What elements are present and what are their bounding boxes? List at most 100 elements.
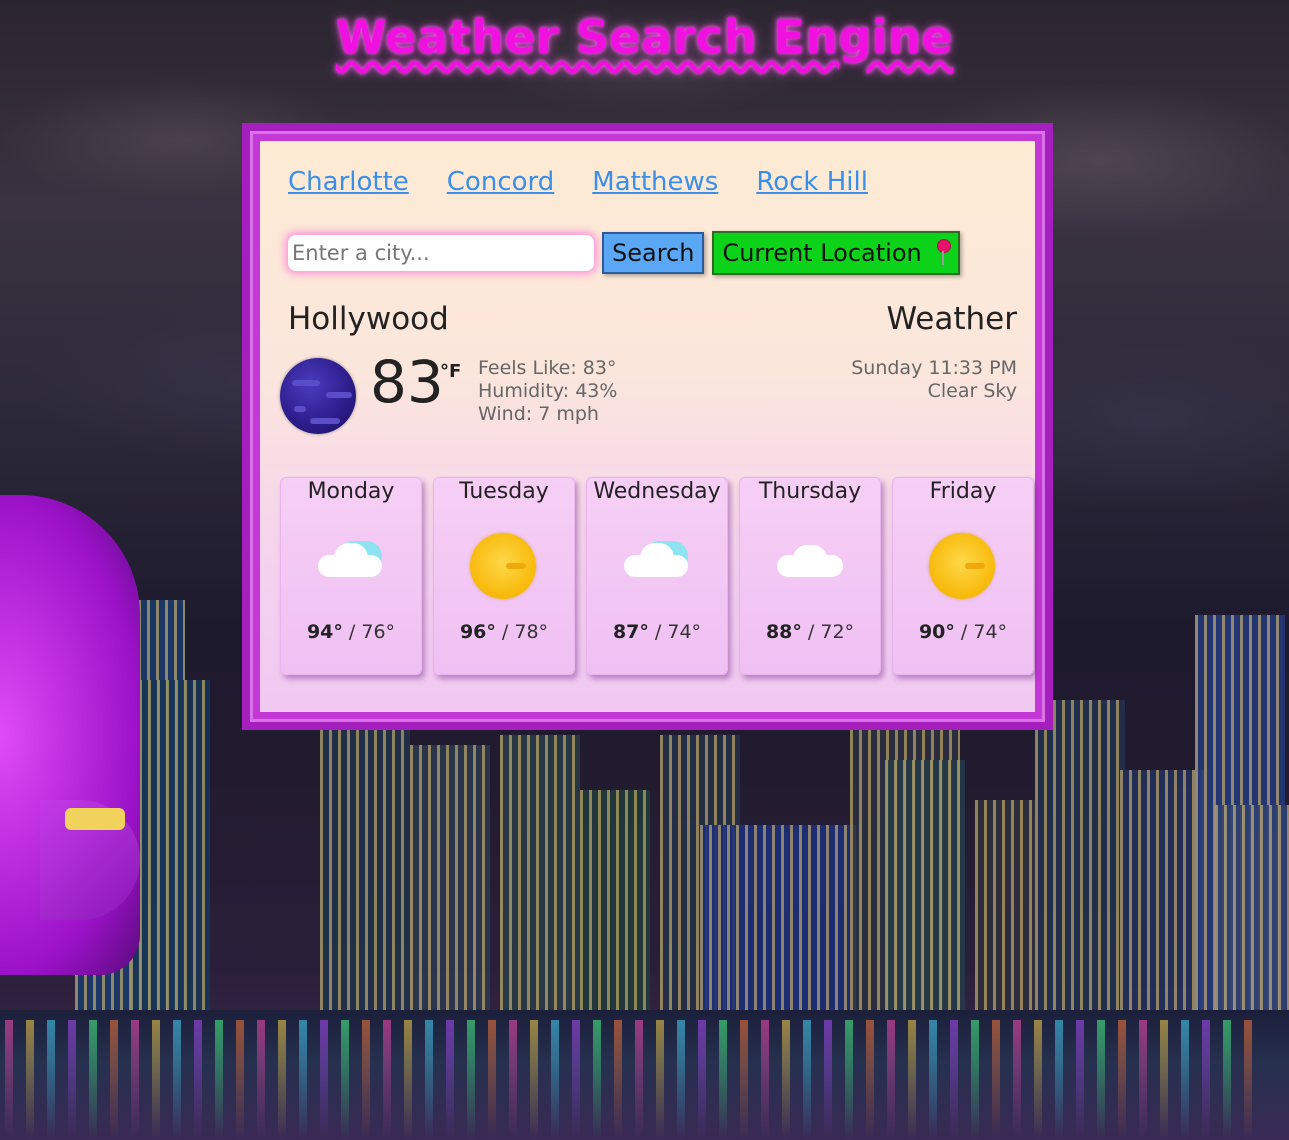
light-reflection: [635, 1020, 643, 1140]
forecast-card-monday: Monday 94° / 76°: [280, 477, 422, 675]
light-reflection: [845, 1020, 853, 1140]
light-reflection: [656, 1020, 664, 1140]
light-reflection: [362, 1020, 370, 1140]
forecast-day: Tuesday: [459, 479, 549, 504]
search-form: Search Current Location: [288, 231, 960, 275]
skyline-building: [410, 745, 490, 1020]
light-reflection: [719, 1020, 727, 1140]
cloud-icon: [775, 531, 845, 601]
light-reflection: [782, 1020, 790, 1140]
sun-icon: [469, 531, 539, 601]
city-link-rock-hill[interactable]: Rock Hill: [756, 167, 868, 197]
skyline-building: [975, 800, 1035, 1020]
forecast-temps: 94° / 76°: [306, 621, 396, 643]
current-city-name: Hollywood: [288, 301, 449, 337]
skyline-building: [320, 730, 410, 1020]
light-reflection: [236, 1020, 244, 1140]
light-reflection: [1202, 1020, 1210, 1140]
page-title: Weather Search Engine: [335, 10, 954, 64]
city-search-input[interactable]: [288, 235, 594, 271]
light-reflection: [677, 1020, 685, 1140]
light-reflection: [26, 1020, 34, 1140]
partly-cloudy-icon: [316, 531, 386, 601]
light-reflection: [299, 1020, 307, 1140]
clear-night-moon-icon: [280, 358, 356, 434]
skyline-building: [885, 760, 965, 1020]
light-reflection: [1055, 1020, 1063, 1140]
forecast-day: Monday: [307, 479, 395, 504]
sun-icon: [928, 531, 998, 601]
light-reflection: [488, 1020, 496, 1140]
light-reflection: [1244, 1020, 1252, 1140]
light-reflection: [131, 1020, 139, 1140]
forecast-card-friday: Friday 90° / 74°: [892, 477, 1034, 675]
light-reflection: [383, 1020, 391, 1140]
skyline-building: [130, 680, 210, 1020]
harbor-water: [0, 1010, 1289, 1140]
light-reflection: [929, 1020, 937, 1140]
light-reflection: [593, 1020, 601, 1140]
light-reflection: [194, 1020, 202, 1140]
light-reflection: [950, 1020, 958, 1140]
light-reflection: [1076, 1020, 1084, 1140]
forecast-temps: 88° / 72°: [765, 621, 855, 643]
forecast-day: Wednesday: [593, 479, 721, 504]
light-reflection: [89, 1020, 97, 1140]
light-reflection: [446, 1020, 454, 1140]
pushpin-icon: [936, 239, 951, 267]
current-location-button[interactable]: Current Location: [712, 231, 960, 275]
forecast-card-tuesday: Tuesday 96° / 78°: [433, 477, 575, 675]
light-reflection: [341, 1020, 349, 1140]
light-reflection: [1034, 1020, 1042, 1140]
forecast-temps: 90° / 74°: [918, 621, 1008, 643]
light-reflection: [992, 1020, 1000, 1140]
light-reflection: [908, 1020, 916, 1140]
forecast-temps: 96° / 78°: [459, 621, 549, 643]
light-reflection: [551, 1020, 559, 1140]
city-link-matthews[interactable]: Matthews: [592, 167, 718, 197]
light-reflection: [1013, 1020, 1021, 1140]
forecast-card-thursday: Thursday 88° / 72°: [739, 477, 881, 675]
weather-description: Clear Sky: [927, 380, 1017, 402]
quick-city-links: Charlotte Concord Matthews Rock Hill: [288, 167, 868, 197]
light-reflection: [425, 1020, 433, 1140]
light-reflection: [1118, 1020, 1126, 1140]
light-reflection: [47, 1020, 55, 1140]
skyline-building: [1035, 700, 1125, 1020]
light-reflection: [1097, 1020, 1105, 1140]
forecast-card-wednesday: Wednesday 87° / 74°: [586, 477, 728, 675]
light-reflection: [152, 1020, 160, 1140]
current-time-info: Sunday 11:33 PM Clear Sky: [851, 357, 1017, 403]
light-reflection: [740, 1020, 748, 1140]
light-reflection: [68, 1020, 76, 1140]
light-reflection: [278, 1020, 286, 1140]
weather-app-card: Charlotte Concord Matthews Rock Hill Sea…: [260, 141, 1035, 712]
weather-app-frame: Charlotte Concord Matthews Rock Hill Sea…: [242, 123, 1053, 730]
current-datetime: Sunday 11:33 PM: [851, 357, 1017, 379]
city-link-charlotte[interactable]: Charlotte: [288, 167, 409, 197]
forecast-temps: 87° / 74°: [612, 621, 702, 643]
city-link-concord[interactable]: Concord: [447, 167, 554, 197]
temperature-unit-toggle[interactable]: °F: [440, 361, 461, 382]
five-day-forecast: Monday 94° / 76° Tuesday 96° / 78° Wedne…: [280, 477, 1034, 675]
weather-heading: Weather: [886, 301, 1017, 337]
light-reflection: [404, 1020, 412, 1140]
search-button[interactable]: Search: [602, 232, 705, 274]
light-reflection: [509, 1020, 517, 1140]
light-reflection: [320, 1020, 328, 1140]
light-reflection: [1181, 1020, 1189, 1140]
wind-speed: Wind: 7 mph: [478, 403, 599, 425]
forecast-day: Friday: [929, 479, 997, 504]
skyline-building: [700, 825, 860, 1020]
humidity: Humidity: 43%: [478, 380, 618, 402]
forecast-day: Thursday: [758, 479, 862, 504]
light-reflection: [614, 1020, 622, 1140]
light-reflection: [110, 1020, 118, 1140]
light-reflection: [173, 1020, 181, 1140]
light-reflection: [866, 1020, 874, 1140]
light-reflection: [698, 1020, 706, 1140]
light-reflection: [824, 1020, 832, 1140]
light-reflection: [257, 1020, 265, 1140]
light-reflection: [1139, 1020, 1147, 1140]
feels-like: Feels Like: 83°: [478, 357, 617, 379]
